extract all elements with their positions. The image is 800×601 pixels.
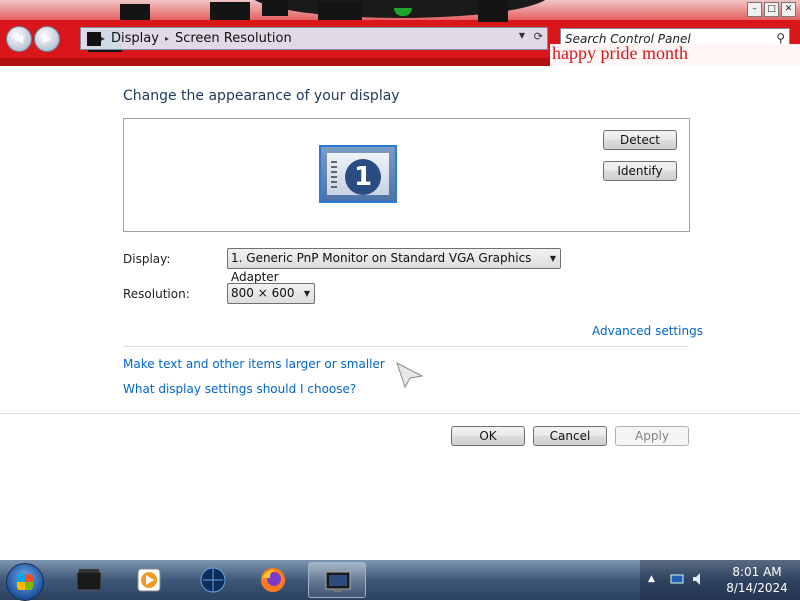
start-button[interactable]: [6, 563, 44, 601]
divider: [123, 346, 689, 347]
network-icon[interactable]: [670, 572, 684, 586]
display-settings-icon: [325, 571, 351, 592]
clock-time: 8:01 AM: [732, 565, 782, 579]
glitch-block: [120, 4, 150, 20]
windows-logo-icon: [17, 574, 33, 590]
identify-button[interactable]: Identify: [603, 161, 677, 181]
close-button[interactable]: ✕: [781, 2, 796, 17]
chevron-down-icon[interactable]: ▼: [519, 31, 525, 40]
minimize-button[interactable]: –: [747, 2, 762, 17]
resolution-label: Resolution:: [123, 287, 190, 301]
taskbar-item-terminal[interactable]: [60, 562, 118, 598]
refresh-icon[interactable]: ⟳: [534, 30, 543, 43]
monitor-1-icon[interactable]: 1: [319, 145, 397, 203]
resolution-select[interactable]: 800 × 600 ▼: [227, 283, 315, 304]
monitor-preview-panel: 1 Detect Identify: [123, 118, 690, 232]
chevron-down-icon: ▼: [549, 254, 556, 263]
control-panel-icon: [87, 31, 101, 46]
taskbar-item-display-settings[interactable]: [308, 562, 366, 598]
address-bar[interactable]: ▸ Display ▸ Screen Resolution ▼ ⟳: [80, 27, 548, 50]
taskbar-item-firefox[interactable]: [244, 562, 302, 598]
monitor-screen: 1: [327, 153, 389, 195]
back-button[interactable]: ◀: [6, 26, 32, 52]
volume-icon[interactable]: [692, 572, 706, 586]
resolution-select-value: 800 × 600: [231, 286, 295, 300]
chevron-down-icon: ▼: [303, 289, 310, 298]
breadcrumb-screen-resolution[interactable]: Screen Resolution: [169, 31, 298, 46]
display-select[interactable]: 1. Generic PnP Monitor on Standard VGA G…: [227, 248, 561, 284]
clock-date: 8/14/2024: [726, 581, 788, 595]
globe-icon: [200, 567, 226, 593]
search-icon[interactable]: ⚲: [776, 31, 785, 45]
media-player-icon: [137, 568, 161, 592]
taskbar: ▲ 8:01 AM 8/14/2024: [0, 560, 800, 601]
window-controls: – □ ✕: [747, 2, 796, 17]
breadcrumb-display[interactable]: Display: [105, 31, 165, 46]
page-title: Change the appearance of your display: [123, 88, 400, 104]
glitch-block: [262, 0, 288, 16]
apply-button[interactable]: Apply: [615, 426, 689, 446]
maximize-button[interactable]: □: [764, 2, 779, 17]
show-hidden-icons-icon[interactable]: ▲: [648, 574, 655, 584]
firefox-icon: [261, 568, 285, 592]
glitch-block: [478, 0, 508, 22]
glitch-block: [210, 2, 250, 20]
window-titlebar: – □ ✕ ◀ ▶ ▸ Display ▸ Screen Resolution …: [0, 0, 800, 66]
pride-banner: happy pride month: [550, 44, 800, 66]
taskbar-item-globe[interactable]: [184, 562, 242, 598]
forward-button[interactable]: ▶: [34, 26, 60, 52]
display-select-value: 1. Generic PnP Monitor on Standard VGA G…: [231, 251, 532, 284]
nav-buttons: ◀ ▶: [6, 26, 60, 52]
taskbar-item-media-player[interactable]: [120, 562, 178, 598]
display-label: Display:: [123, 252, 171, 266]
detect-button[interactable]: Detect: [603, 130, 677, 150]
cancel-button[interactable]: Cancel: [533, 426, 607, 446]
terminal-icon: [76, 569, 102, 591]
cursor-icon: [396, 362, 424, 388]
ok-button[interactable]: OK: [451, 426, 525, 446]
glitch-block: [318, 2, 362, 20]
clock[interactable]: 8:01 AM 8/14/2024: [722, 564, 792, 596]
display-help-link[interactable]: What display settings should I choose?: [123, 382, 356, 396]
advanced-settings-link[interactable]: Advanced settings: [592, 324, 703, 338]
text-size-link[interactable]: Make text and other items larger or smal…: [123, 357, 385, 371]
system-tray: ▲ 8:01 AM 8/14/2024: [640, 560, 800, 600]
monitor-taskbar-glyph: [331, 161, 337, 191]
monitor-number: 1: [345, 159, 381, 195]
footer-divider: [0, 413, 800, 414]
